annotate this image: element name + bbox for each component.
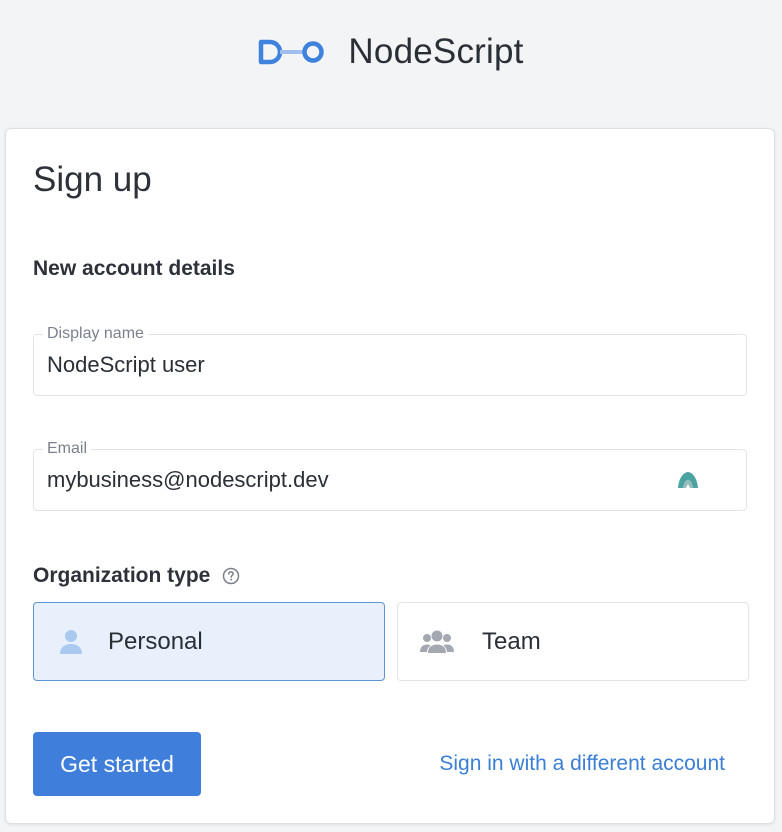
brand-name: NodeScript bbox=[348, 32, 524, 71]
display-name-field: Display name bbox=[33, 324, 747, 396]
organization-option-label: Team bbox=[482, 628, 541, 655]
sign-in-different-account-link[interactable]: Sign in with a different account bbox=[439, 749, 725, 779]
users-icon bbox=[420, 630, 454, 653]
organization-type-header: Organization type bbox=[33, 564, 240, 588]
email-field: Email bbox=[33, 439, 747, 511]
app-header: NodeScript bbox=[0, 0, 782, 104]
organization-option-team[interactable]: Team bbox=[397, 602, 749, 681]
organization-option-personal[interactable]: Personal bbox=[33, 602, 385, 681]
password-manager-icon[interactable] bbox=[676, 468, 700, 492]
email-label: Email bbox=[43, 439, 92, 459]
display-name-label: Display name bbox=[43, 324, 148, 344]
organization-type-title: Organization type bbox=[33, 564, 211, 587]
brand: NodeScript bbox=[258, 32, 523, 72]
question-circle-icon[interactable] bbox=[222, 567, 240, 585]
organization-option-label: Personal bbox=[108, 628, 203, 655]
display-name-input[interactable] bbox=[47, 345, 667, 385]
user-icon bbox=[60, 630, 82, 654]
get-started-button[interactable]: Get started bbox=[33, 732, 201, 796]
page-title: Sign up bbox=[33, 160, 152, 199]
nodescript-logo-icon bbox=[259, 39, 325, 65]
signup-card: Sign up New account details Display name… bbox=[5, 128, 775, 824]
section-title: New account details bbox=[33, 257, 235, 280]
email-input[interactable] bbox=[47, 460, 667, 500]
